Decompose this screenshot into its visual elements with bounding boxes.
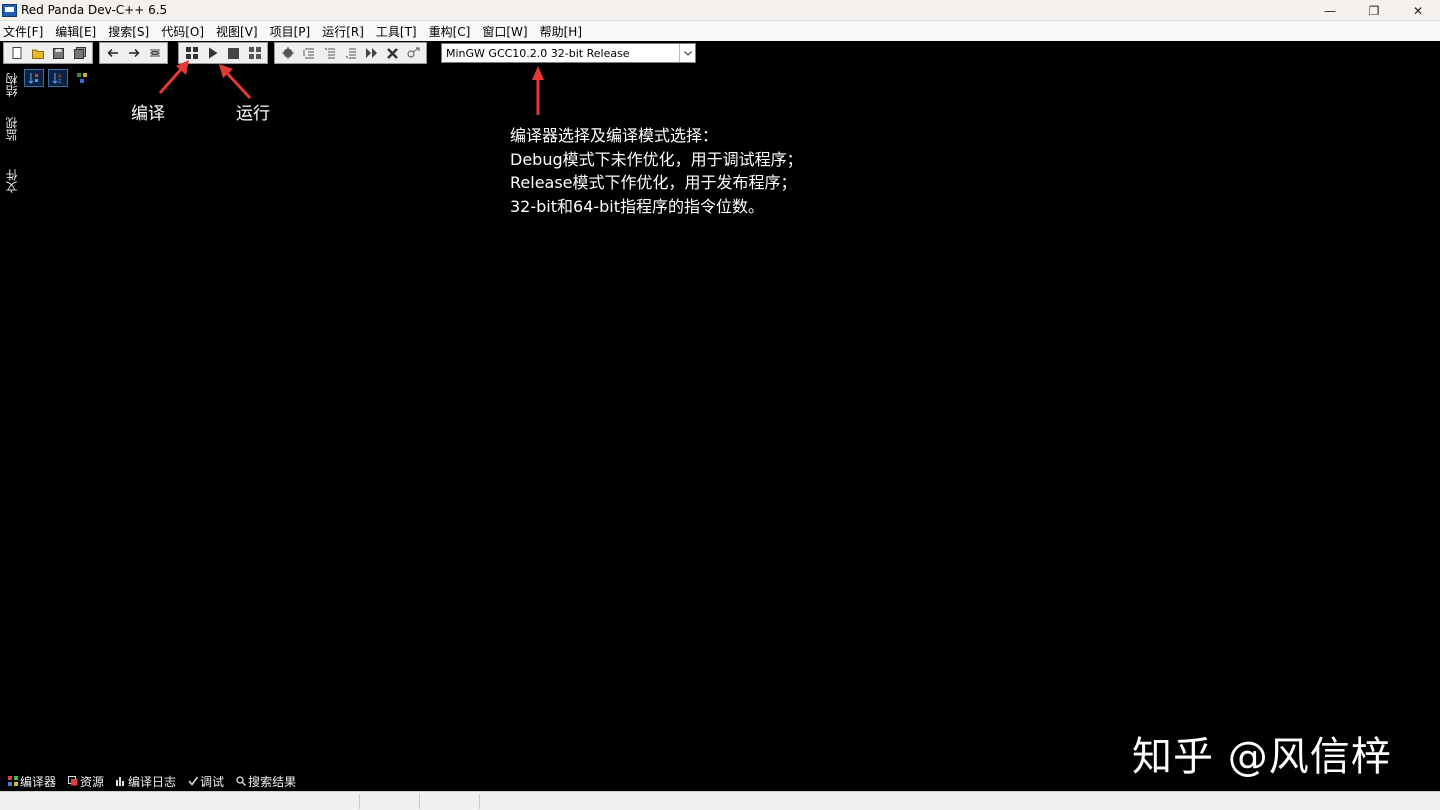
- stop-debug-icon[interactable]: [382, 43, 403, 63]
- status-separator: [479, 794, 480, 809]
- menu-edit[interactable]: 编辑[E]: [55, 23, 96, 40]
- search-icon: [236, 776, 247, 786]
- debug-icon[interactable]: [277, 43, 298, 63]
- menu-refactor[interactable]: 重构[C]: [429, 23, 471, 40]
- sort-by-type-icon[interactable]: [24, 69, 44, 87]
- window-controls: — ❐ ✕: [1308, 0, 1440, 21]
- annotation-line: 编译器选择及编译模式选择：: [510, 126, 719, 145]
- back-arrow-icon[interactable]: [102, 43, 123, 63]
- toolbar-file-group: [3, 42, 93, 64]
- annotation-compiler-note: 编译器选择及编译模式选择： Debug模式下未作优化，用于调试程序； Relea…: [510, 124, 803, 218]
- window-title: Red Panda Dev-C++ 6.5: [21, 3, 168, 17]
- step-out-icon[interactable]: [340, 43, 361, 63]
- step-into-icon[interactable]: [319, 43, 340, 63]
- chevron-down-icon[interactable]: [679, 44, 695, 62]
- tab-compile-log[interactable]: 编译日志: [116, 773, 176, 790]
- run-icon[interactable]: [202, 43, 223, 63]
- structure-panel-tools: AZ: [24, 69, 92, 87]
- bar-chart-icon: [116, 777, 125, 786]
- watermark: 知乎 @风信梓: [1132, 734, 1392, 780]
- tab-watch[interactable]: 监视: [3, 117, 20, 141]
- app-icon: [2, 3, 17, 17]
- toolbar-nav-group: [99, 42, 168, 64]
- annotation-line: Release模式下作优化，用于发布程序；: [510, 173, 797, 192]
- title-bar: Red Panda Dev-C++ 6.5 — ❐ ✕: [0, 0, 1440, 21]
- tab-resources-label: 资源: [80, 774, 105, 789]
- restore-button[interactable]: ❐: [1352, 0, 1396, 21]
- tab-debug-label: 调试: [200, 774, 225, 789]
- checkmark-icon: [188, 776, 199, 786]
- menu-help[interactable]: 帮助[H]: [540, 23, 582, 40]
- toolbar-build-group: [178, 42, 268, 64]
- open-file-icon[interactable]: [27, 43, 48, 63]
- arrow-run: [219, 64, 252, 100]
- save-all-icon[interactable]: [69, 43, 90, 63]
- toolbar: [0, 41, 1440, 65]
- menu-tools[interactable]: 工具[T]: [376, 23, 417, 40]
- status-separator: [359, 794, 360, 809]
- toolbar-debug-group: [274, 42, 427, 64]
- compiler-icon: [8, 776, 18, 786]
- tab-search-results-label: 搜索结果: [248, 774, 297, 789]
- status-separator: [419, 794, 420, 809]
- minimize-button[interactable]: —: [1308, 0, 1352, 21]
- step-over-icon[interactable]: [298, 43, 319, 63]
- bottom-dock-tabs: 编译器 资源 编译日志 调试 搜索结果: [8, 772, 296, 790]
- close-button[interactable]: ✕: [1396, 0, 1440, 21]
- save-icon[interactable]: [48, 43, 69, 63]
- compile-run-icon[interactable]: [244, 43, 265, 63]
- tab-compile-log-label: 编译日志: [128, 774, 177, 789]
- resources-icon: [68, 776, 78, 786]
- forward-arrow-icon[interactable]: [123, 43, 144, 63]
- menu-bar: 文件[F] 编辑[E] 搜索[S] 代码[O] 视图[V] 项目[P] 运行[R…: [0, 21, 1440, 41]
- tab-compiler-label: 编译器: [20, 774, 57, 789]
- menu-view[interactable]: 视图[V]: [216, 23, 258, 40]
- goto-line-icon[interactable]: [144, 43, 165, 63]
- compile-icon[interactable]: [181, 43, 202, 63]
- tab-resources[interactable]: 资源: [68, 773, 104, 790]
- menu-file[interactable]: 文件[F]: [3, 23, 43, 40]
- menu-code[interactable]: 代码[O]: [161, 23, 204, 40]
- tab-debug[interactable]: 调试: [188, 773, 224, 790]
- sort-alpha-icon[interactable]: AZ: [48, 69, 68, 87]
- tab-compiler[interactable]: 编译器: [8, 773, 56, 790]
- new-file-icon[interactable]: [6, 43, 27, 63]
- svg-text:Z: Z: [58, 79, 62, 84]
- compiler-select-value: MinGW GCC10.2.0 32-bit Release: [446, 46, 630, 60]
- compiler-select[interactable]: MinGW GCC10.2.0 32-bit Release: [441, 43, 696, 63]
- menu-run[interactable]: 运行[R]: [322, 23, 364, 40]
- status-bar: [0, 791, 1440, 810]
- annotation-compile: 编译: [131, 104, 165, 124]
- tab-files[interactable]: 文件: [3, 169, 20, 193]
- annotation-arrows: [158, 60, 544, 115]
- tab-search-results[interactable]: 搜索结果: [236, 773, 296, 790]
- evaluate-icon[interactable]: [403, 43, 424, 63]
- left-dock-tabs: 结构 监视 文件: [0, 65, 22, 265]
- show-inherited-icon[interactable]: [72, 69, 92, 87]
- menu-project[interactable]: 项目[P]: [270, 23, 311, 40]
- stop-icon[interactable]: [223, 43, 244, 63]
- annotation-line: Debug模式下未作优化，用于调试程序；: [510, 149, 803, 169]
- menu-window[interactable]: 窗口[W]: [482, 23, 527, 40]
- arrow-compiler-select: [532, 66, 544, 115]
- tab-structure[interactable]: 结构: [3, 73, 20, 97]
- annotation-run: 运行: [236, 104, 270, 124]
- menu-search[interactable]: 搜索[S]: [108, 23, 149, 40]
- annotation-line: 32-bit和64-bit指程序的指令位数。: [510, 196, 765, 216]
- continue-icon[interactable]: [361, 43, 382, 63]
